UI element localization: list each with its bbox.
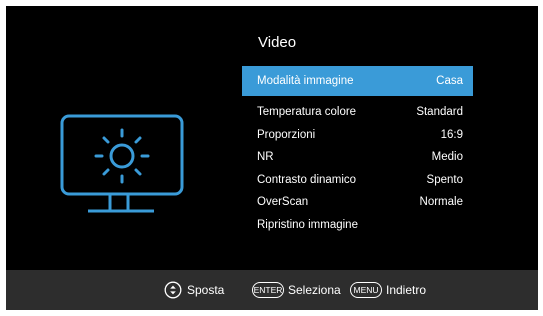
menu-item-value: Standard [416,106,463,118]
menu-item-label: Modalità immagine [257,75,354,87]
menu-item-contrasto-dinamico[interactable]: Contrasto dinamico Spento [242,169,473,192]
menu-item-label: Contrasto dinamico [257,173,357,186]
menu-item-value: Casa [436,75,463,87]
menu-item-overscan[interactable]: OverScan Normale [242,191,473,214]
hint-move-label: Sposta [187,283,225,297]
footer-hint-bar: Sposta ENTER Seleziona MENU Indietro [6,270,538,310]
menu-item-ripristino-immagine[interactable]: Ripristino immagine [242,214,473,237]
menu-item-value: 16:9 [440,128,463,141]
hint-back-label: Indietro [386,283,427,297]
menu-item-value: Spento [426,173,463,186]
menu-item-value: Medio [431,151,463,163]
main-panel: Video Modalità immagine Casa Temperatura… [6,6,538,270]
menu-item-temperatura-colore[interactable]: Temperatura colore Standard [242,101,473,124]
tv-picture-icon [60,114,184,213]
menu-item-value: Normale [419,196,463,208]
menu-item-modalita-immagine[interactable]: Modalità immagine Casa [242,66,473,96]
menu-item-label: Proporzioni [257,128,316,141]
menu-item-label: OverScan [257,196,309,208]
menu-item-proporzioni[interactable]: Proporzioni 16:9 [242,124,473,147]
menu-title: Video [258,34,297,51]
dpad-updown-icon [164,281,182,299]
menu-list: Modalità immagine Casa Temperatura color… [242,66,473,236]
tv-osd-screen: Video Modalità immagine Casa Temperatura… [6,6,538,310]
menu-item-label: Ripristino immagine [257,218,358,231]
enter-key-badge: ENTER [252,282,284,298]
menu-item-nr[interactable]: NR Medio [242,146,473,169]
menu-item-label: NR [257,151,274,163]
menu-key-badge: MENU [350,282,382,298]
menu-item-label: Temperatura colore [257,106,357,118]
hint-select-label: Seleziona [288,283,341,297]
